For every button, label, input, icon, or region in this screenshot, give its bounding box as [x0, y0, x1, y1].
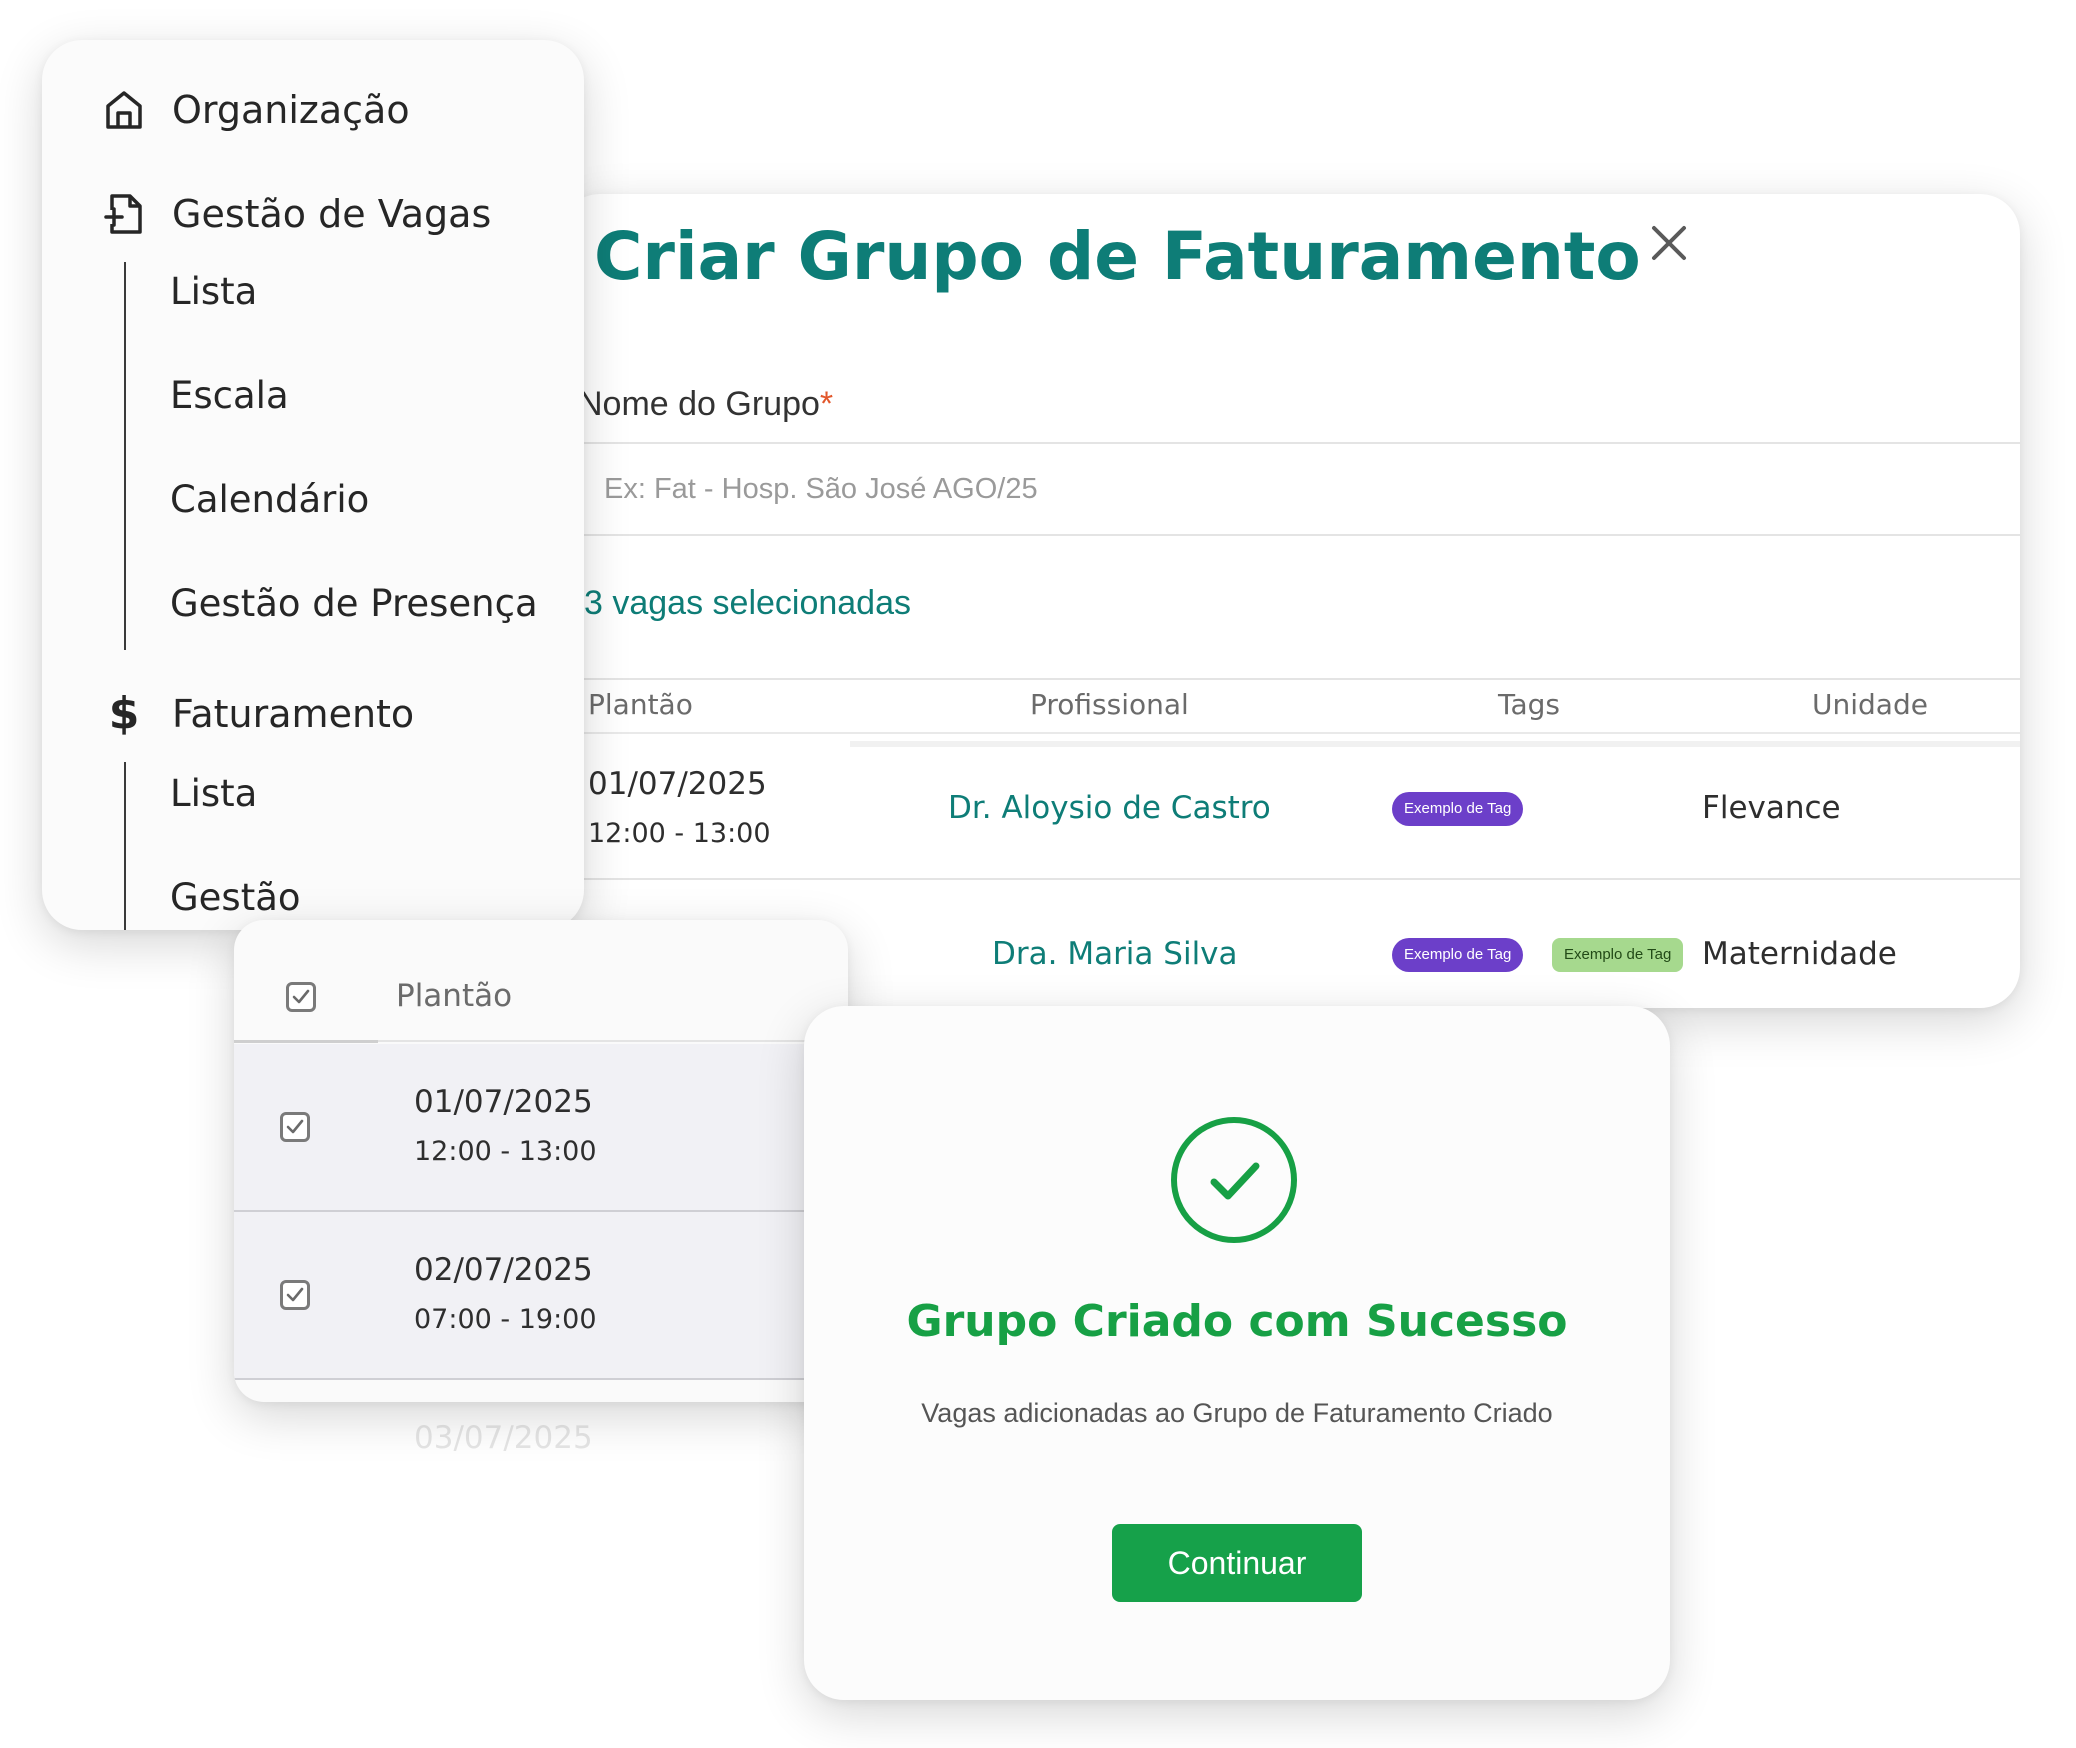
- sidebar-section-label: Faturamento: [172, 692, 415, 736]
- sidebar-nav: Organização Gestão de Vagas Lista Escala…: [42, 40, 584, 930]
- column-header-profissional: Profissional: [1030, 688, 1189, 721]
- nav-tree-line: [124, 262, 126, 650]
- sidebar-item-faturamento-gestao[interactable]: Gestão: [170, 876, 301, 919]
- home-icon: [102, 88, 146, 132]
- header-underline: [234, 1040, 378, 1043]
- row-time: 12:00 - 13:00: [414, 1136, 597, 1167]
- professional-link[interactable]: Dra. Maria Silva: [992, 936, 1238, 972]
- shift-selection-table: Plantão 01/07/2025 12:00 - 13:00 02/07/2…: [234, 920, 848, 1402]
- divider: [584, 678, 2020, 680]
- continue-button[interactable]: Continuar: [1112, 1524, 1362, 1602]
- modal-title: Criar Grupo de Faturamento: [594, 218, 1641, 295]
- sidebar-item-lista[interactable]: Lista: [170, 270, 257, 313]
- check-circle-icon: [1170, 1116, 1298, 1244]
- column-header-unidade: Unidade: [1812, 688, 1928, 721]
- sidebar-item-organizacao[interactable]: Organização: [102, 88, 410, 132]
- divider: [584, 878, 2020, 880]
- row-time: 07:00 - 19:00: [414, 1304, 597, 1335]
- column-header-plantao: Plantão: [588, 688, 693, 721]
- column-header-tags: Tags: [1498, 688, 1560, 721]
- sidebar-item-faturamento-lista[interactable]: Lista: [170, 772, 257, 815]
- sidebar-item-gestao-de-vagas[interactable]: Gestão de Vagas: [102, 192, 491, 236]
- sidebar-item-escala[interactable]: Escala: [170, 374, 289, 417]
- tag-badge: Exemplo de Tag: [1392, 792, 1524, 826]
- table-row[interactable]: 02/07/2025 07:00 - 19:00: [234, 1212, 848, 1378]
- sidebar-item-calendario[interactable]: Calendário: [170, 478, 369, 521]
- tag-badge: Exemplo de Tag: [1552, 938, 1684, 972]
- professional-link[interactable]: Dr. Aloysio de Castro: [948, 790, 1271, 826]
- tag-badge: Exemplo de Tag: [1392, 938, 1524, 972]
- row-checkbox[interactable]: [280, 1280, 310, 1310]
- required-mark: *: [819, 385, 834, 423]
- divider: [234, 1378, 848, 1380]
- sidebar-section-label: Organização: [172, 88, 410, 132]
- sidebar-item-faturamento[interactable]: $ Faturamento: [102, 688, 415, 739]
- select-all-checkbox[interactable]: [286, 982, 316, 1012]
- row-unit: Flevance: [1702, 790, 1841, 826]
- row-time: 12:00 - 13:00: [588, 818, 771, 849]
- file-plus-icon: [102, 192, 146, 236]
- dollar-icon: $: [108, 688, 140, 739]
- column-header-plantao: Plantão: [396, 978, 513, 1014]
- row-unit: Maternidade: [1702, 936, 1897, 972]
- faded-row-date: 03/07/2025: [414, 1420, 593, 1456]
- divider: [584, 534, 2020, 536]
- group-name-input[interactable]: [580, 446, 2020, 532]
- sidebar-item-gestao-de-presenca[interactable]: Gestão de Presença: [170, 582, 538, 625]
- row-date: 02/07/2025: [414, 1252, 593, 1288]
- success-modal: Grupo Criado com Sucesso Vagas adicionad…: [804, 1006, 1670, 1700]
- success-subtitle: Vagas adicionadas ao Grupo de Faturament…: [921, 1398, 1553, 1428]
- table-row[interactable]: 01/07/2025 12:00 - 13:00: [234, 1044, 848, 1210]
- row-date: 01/07/2025: [588, 766, 767, 802]
- row-date: 01/07/2025: [414, 1084, 593, 1120]
- divider: [584, 732, 2020, 734]
- group-name-label: Nome do Grupo*: [578, 385, 834, 423]
- selected-count: 3 vagas selecionadas: [584, 584, 912, 622]
- row-checkbox[interactable]: [280, 1112, 310, 1142]
- success-title: Grupo Criado com Sucesso: [906, 1296, 1568, 1347]
- sidebar-section-label: Gestão de Vagas: [172, 192, 492, 236]
- nav-tree-line: [124, 762, 126, 930]
- divider: [584, 442, 2020, 444]
- header-underline: [850, 741, 2020, 747]
- close-icon[interactable]: [1646, 220, 1692, 266]
